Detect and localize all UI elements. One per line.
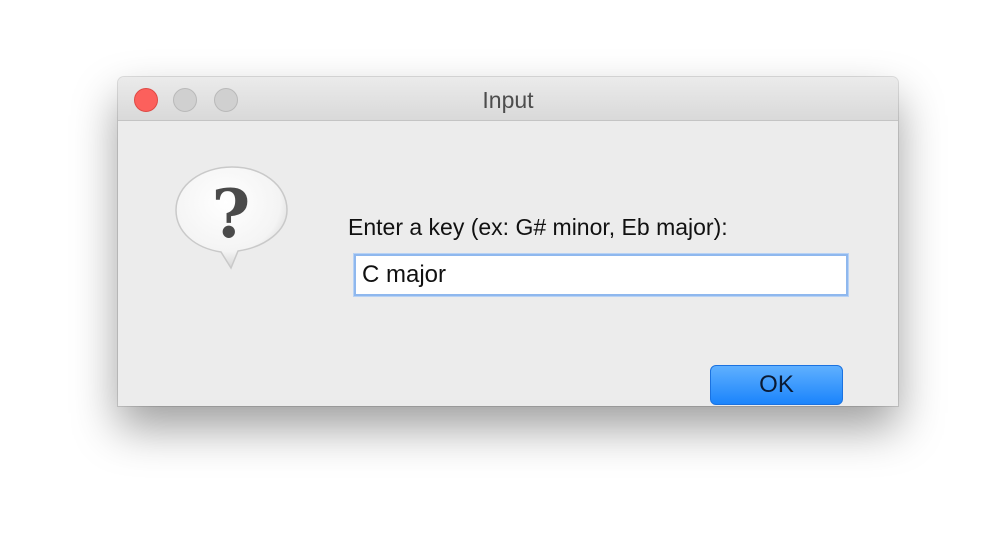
key-input-field[interactable] — [354, 254, 848, 296]
ok-button[interactable]: OK — [710, 365, 843, 405]
screen: Input ? Enter a key (ex: G# minor, Eb ma… — [0, 0, 986, 552]
title-bar[interactable]: Input — [118, 77, 898, 121]
prompt-label: Enter a key (ex: G# minor, Eb major): — [348, 214, 728, 240]
svg-text:?: ? — [212, 175, 251, 253]
question-icon: ? — [172, 161, 292, 271]
window-title: Input — [482, 87, 534, 113]
input-dialog-window: Input ? Enter a key (ex: G# minor, Eb ma… — [118, 77, 898, 406]
dialog-content: ? Enter a key (ex: G# minor, Eb major): … — [118, 121, 898, 406]
